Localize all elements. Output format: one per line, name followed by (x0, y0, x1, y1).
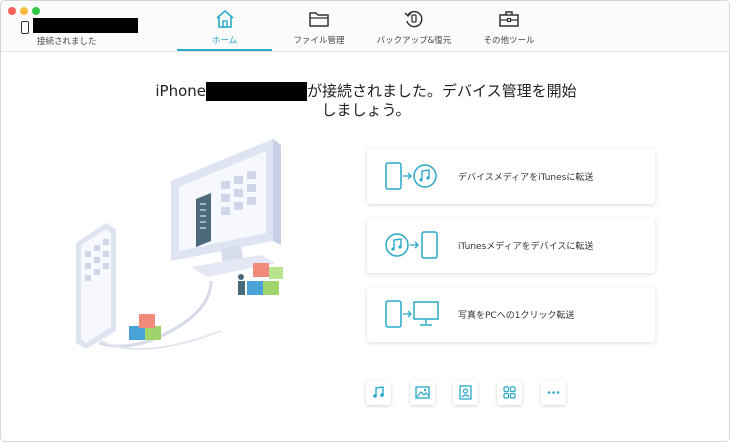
transfer-itunes-media-to-device-card[interactable]: iTunesメディアをデバイスに転送 (367, 218, 655, 273)
tab-label: ファイル管理 (293, 36, 345, 46)
contacts-button[interactable] (453, 380, 478, 405)
transfer-device-media-to-itunes-card[interactable]: デバイスメディアをiTunesに転送 (367, 149, 655, 204)
close-window-button[interactable] (8, 7, 16, 15)
headline-suffix: が接続されました。デバイス管理を開始 (307, 82, 577, 100)
tab-backup-restore[interactable]: バックアップ&復元 (367, 1, 461, 50)
app-window: 接続されました ホーム ファイル管理 バックアップ&復元 その他ツール iPho… (0, 0, 730, 442)
phone-to-pc-icon (384, 299, 440, 333)
music-icon (373, 386, 384, 398)
one-click-photo-transfer-card[interactable]: 写真をPCへの1クリック転送 (367, 287, 655, 342)
tab-label: その他ツール (483, 36, 535, 46)
device-name-redacted (206, 82, 308, 101)
apps-icon (503, 386, 516, 399)
headline-line-2: しましょう。 (321, 101, 411, 119)
connection-headline: iPhone が接続されました。デバイス管理を開始 しましょう。 (131, 82, 601, 120)
minimize-window-button[interactable] (20, 7, 28, 15)
more-icon (547, 391, 560, 394)
tab-home[interactable]: ホーム (177, 1, 272, 51)
toolbox-icon (498, 9, 520, 33)
headline-prefix: iPhone (155, 82, 207, 100)
tab-file-management[interactable]: ファイル管理 (279, 1, 359, 50)
device-status: 接続されました (37, 37, 97, 47)
device-connection-illustration (61, 131, 361, 365)
phone-to-itunes-icon (384, 161, 440, 195)
contacts-icon (459, 385, 472, 400)
folder-icon (308, 9, 330, 33)
top-toolbar: 接続されました ホーム ファイル管理 バックアップ&復元 その他ツール (1, 1, 729, 52)
tab-other-tools[interactable]: その他ツール (469, 1, 549, 50)
photos-button[interactable] (410, 380, 435, 405)
home-icon (214, 9, 236, 33)
apps-button[interactable] (497, 380, 522, 405)
tab-label: ホーム (211, 36, 238, 46)
device-name-redacted (33, 18, 138, 33)
music-button[interactable] (366, 380, 391, 405)
photo-icon (415, 386, 430, 399)
restore-icon (403, 9, 425, 33)
card-label: 写真をPCへの1クリック転送 (458, 311, 575, 321)
headline-line-1: iPhone が接続されました。デバイス管理を開始 (131, 82, 601, 101)
card-label: デバイスメディアをiTunesに転送 (458, 173, 594, 183)
card-label: iTunesメディアをデバイスに転送 (458, 242, 594, 252)
phone-icon (21, 21, 29, 34)
tab-label: バックアップ&復元 (376, 36, 452, 46)
itunes-to-phone-icon (384, 230, 440, 264)
more-button[interactable] (541, 380, 566, 405)
zoom-window-button[interactable] (32, 7, 40, 15)
